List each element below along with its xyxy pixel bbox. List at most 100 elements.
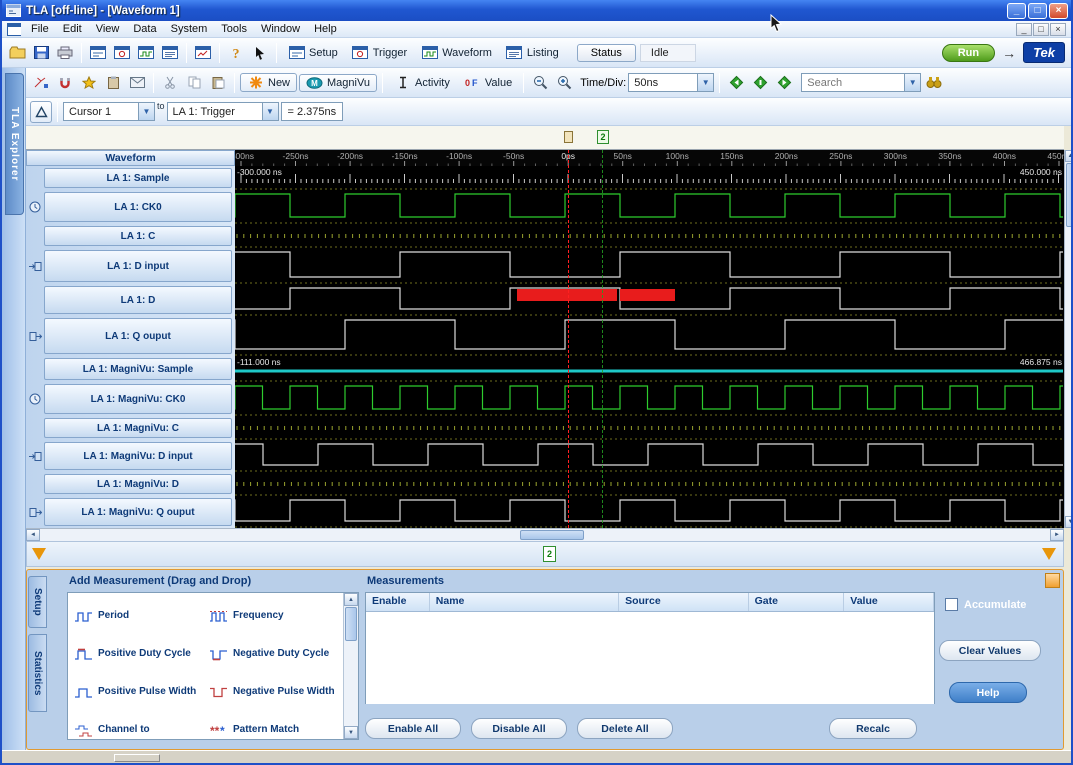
waveform-trace[interactable] — [235, 248, 1064, 284]
menu-view[interactable]: View — [89, 22, 127, 36]
waveform-row-label[interactable]: LA 1: MagniVu: D input — [44, 442, 232, 470]
close-button[interactable]: × — [1049, 3, 1068, 19]
measurement-item[interactable]: ***Pattern Match — [206, 711, 341, 739]
measurement-item[interactable]: Positive Duty Cycle — [71, 635, 206, 673]
menu-file[interactable]: File — [24, 22, 56, 36]
restore-button[interactable]: □ — [1028, 3, 1047, 19]
minimize-button[interactable]: _ — [1007, 3, 1026, 19]
enable-all-button[interactable]: Enable All — [365, 718, 461, 739]
accumulate-option[interactable]: Accumulate — [945, 598, 1026, 611]
scroll-thumb[interactable] — [1066, 163, 1073, 227]
waveform-trace[interactable] — [235, 316, 1064, 356]
cut-icon[interactable] — [159, 72, 181, 94]
scroll-left-icon[interactable]: ◄ — [26, 529, 40, 541]
scroll-thumb[interactable] — [520, 530, 584, 540]
mail-icon[interactable] — [126, 72, 148, 94]
waveform-row-label[interactable]: LA 1: D — [44, 286, 232, 314]
zoom-out-icon[interactable] — [529, 72, 551, 94]
waveform-trace[interactable] — [235, 440, 1064, 472]
help-icon[interactable]: ? — [225, 42, 247, 64]
new-button[interactable]: New — [240, 73, 297, 92]
measurement-item[interactable]: Channel to — [71, 711, 206, 739]
recalc-button[interactable]: Recalc — [829, 718, 917, 739]
open-icon[interactable] — [6, 42, 28, 64]
column-header-name[interactable]: Name — [430, 593, 619, 611]
setup-button[interactable]: Setup — [282, 44, 344, 61]
mdi-minimize-button[interactable]: _ — [1016, 23, 1032, 36]
star-icon[interactable] — [78, 72, 100, 94]
cursor1-select[interactable]: Cursor 1 ▼ — [63, 102, 155, 121]
measurement-item[interactable]: Period — [71, 597, 206, 635]
cursor2-slider-marker[interactable]: 2 — [543, 546, 556, 562]
waveform-row-label[interactable]: LA 1: MagniVu: CK0 — [44, 384, 232, 414]
tab-statistics[interactable]: Statistics — [28, 634, 47, 712]
status-button[interactable]: Status — [577, 44, 636, 62]
waveform-row-label[interactable]: LA 1: MagniVu: C — [44, 418, 232, 438]
menu-tools[interactable]: Tools — [214, 22, 254, 36]
measurements-table-body[interactable] — [366, 612, 934, 704]
waveform-trace[interactable] — [235, 190, 1064, 224]
trigger-jump-icon[interactable] — [749, 72, 771, 94]
find-icon[interactable] — [923, 72, 945, 94]
waveform-trace[interactable] — [235, 472, 1064, 496]
column-header-enable[interactable]: Enable — [366, 593, 430, 611]
menu-help[interactable]: Help — [307, 22, 344, 36]
activity-button[interactable]: Activity — [388, 74, 456, 91]
waveform-row-label[interactable]: LA 1: Q ouput — [44, 318, 232, 354]
magnivu-button[interactable]: M MagniVu — [299, 74, 377, 92]
mdi-close-button[interactable]: × — [1050, 23, 1066, 36]
waveform-column-header[interactable]: Waveform — [26, 150, 235, 166]
delete-all-button[interactable]: Delete All — [577, 718, 673, 739]
clear-values-button[interactable]: Clear Values — [939, 640, 1041, 661]
menu-data[interactable]: Data — [126, 22, 163, 36]
waveform-trace[interactable]: -300.000 ns450.000 ns — [235, 166, 1064, 190]
timediv-select[interactable]: 50ns ▼ — [628, 73, 714, 92]
waveform-button[interactable]: Waveform — [415, 44, 498, 61]
scroll-up-icon[interactable]: ▲ — [1065, 150, 1073, 162]
column-header-source[interactable]: Source — [619, 593, 749, 611]
clipboard-icon[interactable] — [102, 72, 124, 94]
status-window-icon[interactable] — [192, 42, 214, 64]
measurement-item[interactable]: Negative Duty Cycle — [206, 635, 341, 673]
scroll-up-icon[interactable]: ▲ — [344, 593, 358, 606]
column-header-value[interactable]: Value — [844, 593, 934, 611]
cursor2-marker[interactable]: 2 — [597, 130, 609, 144]
waveform-trace[interactable]: -111.000 ns466.875 ns — [235, 356, 1064, 382]
chevron-down-icon[interactable]: ▼ — [262, 103, 278, 120]
listing-button[interactable]: Listing — [500, 44, 565, 61]
trigger-button[interactable]: Trigger — [346, 44, 413, 61]
tab-setup[interactable]: Setup — [28, 576, 47, 628]
horizontal-scrollbar[interactable]: ◄ ► — [26, 528, 1064, 541]
disable-all-button[interactable]: Disable All — [471, 718, 567, 739]
measurement-list-scrollbar[interactable]: ▲ ▼ — [343, 593, 358, 739]
waveform-trace[interactable] — [235, 284, 1064, 316]
probe-icon[interactable] — [30, 72, 52, 94]
waveform-row-label[interactable]: LA 1: MagniVu: Sample — [44, 358, 232, 380]
waveform-trace[interactable] — [235, 382, 1064, 416]
cursor2-line[interactable] — [602, 150, 603, 528]
waveform-row-label[interactable]: LA 1: C — [44, 226, 232, 246]
waveform-trace[interactable] — [235, 224, 1064, 248]
delta-icon[interactable] — [30, 101, 52, 123]
panel-options-button[interactable] — [1045, 573, 1060, 588]
cursor-delta-field[interactable]: = 2.375ns — [281, 102, 344, 121]
menu-window[interactable]: Window — [254, 22, 307, 36]
measurement-item[interactable]: Negative Pulse Width — [206, 673, 341, 711]
jump-back-icon[interactable] — [725, 72, 747, 94]
overview-slider[interactable]: 2 — [26, 541, 1064, 567]
measurement-item[interactable]: Frequency — [206, 597, 341, 635]
menu-system[interactable]: System — [164, 22, 215, 36]
trigger-marker[interactable] — [564, 131, 573, 143]
paste-icon[interactable] — [207, 72, 229, 94]
save-icon[interactable] — [30, 42, 52, 64]
chevron-down-icon[interactable]: ▼ — [138, 103, 154, 120]
jump-forward-icon[interactable] — [773, 72, 795, 94]
mdi-restore-button[interactable]: □ — [1033, 23, 1049, 36]
listing-window-icon[interactable] — [159, 42, 181, 64]
value-button[interactable]: 0F Value — [458, 75, 518, 91]
run-button[interactable]: Run — [942, 44, 995, 62]
chevron-down-icon[interactable]: ▼ — [697, 74, 713, 91]
scroll-down-icon[interactable]: ▼ — [344, 726, 358, 739]
trigger-cursor-line[interactable] — [568, 150, 569, 528]
waveform-trace[interactable] — [235, 496, 1064, 528]
